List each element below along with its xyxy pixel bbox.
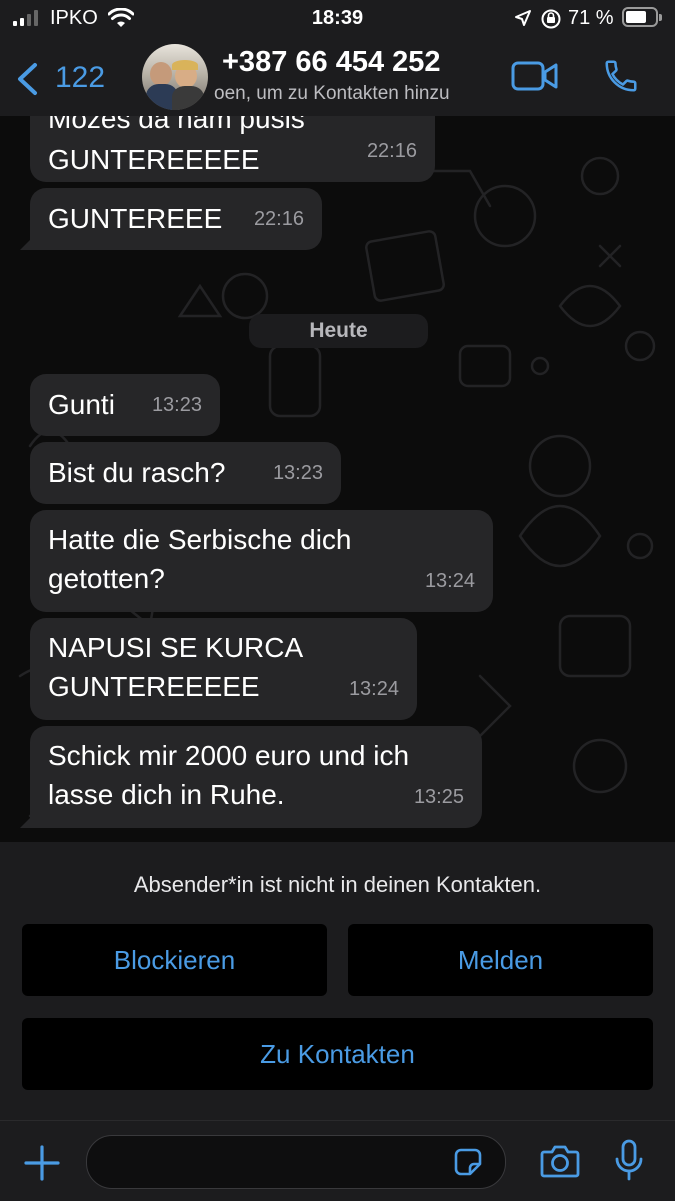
message-text: GUNTEREEE: [48, 203, 223, 234]
report-button[interactable]: Melden: [348, 924, 653, 996]
message-time: 13:24: [348, 678, 399, 700]
phone-icon[interactable]: [602, 57, 640, 95]
message-text: Možeš da nam pušiš: [48, 116, 305, 134]
message-bubble[interactable]: Bist du rasch? 13:23: [30, 442, 341, 504]
chat-header: 122 +387 66 454 252 oen, um zu Kontakten…: [0, 40, 675, 116]
add-to-contacts-button[interactable]: Zu Kontakten: [22, 1018, 653, 1090]
message-bubble[interactable]: GUNTEREEE 22:16: [30, 188, 322, 250]
message-time: 13:23: [272, 462, 323, 484]
message-text: Schick mir 2000 euro und ich: [48, 740, 410, 771]
battery-percent: 71 %: [568, 7, 614, 29]
sticker-icon[interactable]: [453, 1147, 483, 1177]
message-time: 13:23: [151, 394, 202, 416]
block-button[interactable]: Blockieren: [22, 924, 327, 996]
message-time: 13:24: [424, 570, 475, 592]
message-bubble[interactable]: NAPUSI SE KURCA GUNTEREEEEE 13:24: [30, 618, 417, 720]
microphone-icon[interactable]: [614, 1139, 644, 1181]
date-divider: Heute: [249, 314, 428, 348]
camera-icon[interactable]: [540, 1143, 580, 1179]
back-button[interactable]: 122: [10, 48, 110, 104]
back-chevron-icon: [18, 63, 37, 95]
message-time: 22:16: [253, 208, 304, 230]
message-text: Hatte die Serbische dich: [48, 524, 352, 555]
message-text: lasse dich in Ruhe.: [48, 779, 285, 810]
message-text: GUNTEREEEEE: [48, 671, 260, 702]
location-icon: [515, 10, 531, 26]
battery-icon: [622, 7, 662, 27]
message-input[interactable]: [86, 1135, 506, 1189]
message-bubble[interactable]: Možeš da nam pušiš GUNTEREEEEE 22:16: [30, 116, 435, 182]
orientation-lock-icon: [541, 9, 561, 29]
plus-icon[interactable]: [24, 1145, 60, 1181]
message-text: Bist du rasch?: [48, 457, 226, 488]
message-time: 22:16: [366, 140, 417, 162]
message-bubble[interactable]: Hatte die Serbische dich getotten? 13:24: [30, 510, 493, 612]
input-bar: [0, 1120, 675, 1201]
back-count: 122: [55, 61, 106, 94]
video-call-icon[interactable]: [511, 60, 559, 92]
message-text: getotten?: [48, 563, 165, 594]
message-bubble[interactable]: Schick mir 2000 euro und ich lasse dich …: [30, 726, 482, 828]
message-text: Gunti: [48, 389, 115, 420]
unknown-sender-banner: Absender*in ist nicht in deinen Kontakte…: [0, 842, 675, 1120]
chat-area[interactable]: Možeš da nam pušiš GUNTEREEEEE 22:16 GUN…: [0, 116, 675, 842]
message-bubble[interactable]: Gunti 13:23: [30, 374, 220, 436]
status-bar: IPKO 18:39 71 %: [0, 0, 675, 40]
message-time: 13:25: [413, 786, 464, 808]
avatar[interactable]: [142, 44, 208, 110]
contact-name[interactable]: +387 66 454 252: [222, 46, 441, 79]
message-text: NAPUSI SE KURCA: [48, 632, 304, 663]
message-text: GUNTEREEEEE: [48, 144, 260, 175]
contact-subtitle[interactable]: oen, um zu Kontakten hinzu: [214, 83, 500, 105]
unknown-sender-notice: Absender*in ist nicht in deinen Kontakte…: [133, 872, 542, 897]
